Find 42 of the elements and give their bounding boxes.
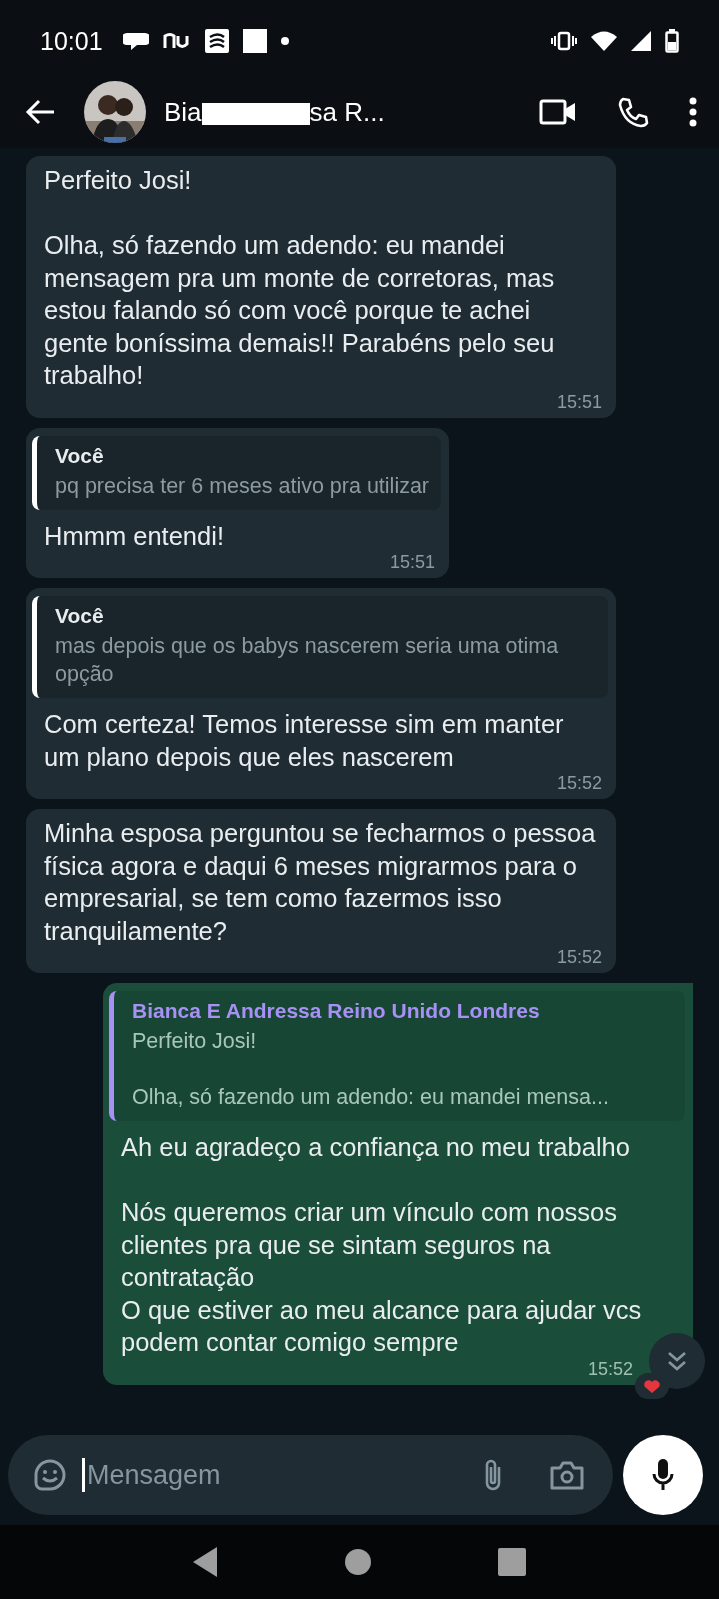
video-call-icon[interactable] — [539, 98, 577, 126]
quoted-message[interactable]: Você pq precisa ter 6 meses ativo pra utilizar — [32, 435, 442, 510]
message-text: Com certeza! Temos interesse sim em manter um plano depois que eles nascerem — [44, 709, 565, 773]
recents-nav-icon[interactable] — [498, 1548, 527, 1576]
chat-bubble-icon — [122, 30, 149, 52]
app-logo-icon — [204, 29, 229, 53]
quoted-author: Você — [55, 443, 105, 468]
double-chevron-icon — [666, 1349, 688, 1373]
app-logo-icon — [162, 32, 191, 50]
more-options-icon[interactable] — [689, 97, 697, 127]
message-time: 15:51 — [390, 552, 436, 572]
message-time: 15:52 — [587, 1358, 633, 1379]
status-time: 10:01 — [40, 26, 103, 56]
quoted-author: Bianca E Andressa Reino Unido Londres — [132, 999, 541, 1023]
more-notifications-icon — [280, 37, 289, 45]
message-time: 15:51 — [556, 391, 602, 412]
message-time: 15:52 — [556, 773, 602, 793]
notification-icon — [242, 29, 267, 53]
message-text: Hmmm entendi! — [44, 520, 225, 552]
back-nav-icon[interactable] — [192, 1547, 219, 1577]
phone-icon[interactable] — [617, 96, 649, 128]
battery-icon — [665, 29, 679, 53]
camera-icon[interactable] — [549, 1459, 585, 1491]
sticker-icon[interactable] — [32, 1457, 68, 1493]
message-text: Ah eu agradeço a confiança no meu trabalho Nós queremos criar um vínculo com nossos clientes pra que se sintam seguros na contratação O que estiver ao meu alcance para ajudar vcs podem contar comigo sempre — [121, 1132, 643, 1358]
back-arrow-icon[interactable] — [24, 98, 56, 126]
message-time: 15:52 — [556, 947, 602, 967]
quoted-message[interactable]: Você mas depois que os babys nascerem seria uma otima opção — [32, 596, 608, 698]
quoted-text: mas depois que os babys nascerem seria uma otima opção — [55, 633, 560, 688]
message-input[interactable]: Mensagem — [85, 1458, 467, 1492]
quoted-text: pq precisa ter 6 meses ativo pra utilizar — [55, 472, 430, 500]
vibrate-icon — [551, 31, 577, 51]
home-nav-icon[interactable] — [344, 1548, 373, 1576]
quoted-author: Você — [55, 604, 105, 628]
signal-icon — [631, 31, 651, 51]
wifi-icon — [591, 31, 617, 51]
message-input-field[interactable]: Mensagem — [8, 1435, 613, 1515]
message-text: Perfeito Josi! Olha, só fazendo um adendo: eu mandei mensagem pra um monte de corretoras, mas estou falando só com você porque te achei gente boníssima demais!! Parabéns pelo seu trabalho! — [44, 165, 556, 391]
microphone-icon — [651, 1458, 675, 1492]
quoted-message[interactable]: Bianca E Andressa Reino Unido Londres Perfeito Josi! Olha, só fazendo um adendo: eu mandei mensa... — [109, 991, 685, 1121]
quoted-text: Perfeito Josi! Olha, só fazendo um adendo: eu mandei mensa... — [132, 1028, 610, 1111]
message-text: Minha esposa perguntou se fecharmos o pessoa física agora e daqui 6 meses migrarmos para o empresarial, se tem como fazermos isso tranquilamente? — [44, 818, 597, 947]
